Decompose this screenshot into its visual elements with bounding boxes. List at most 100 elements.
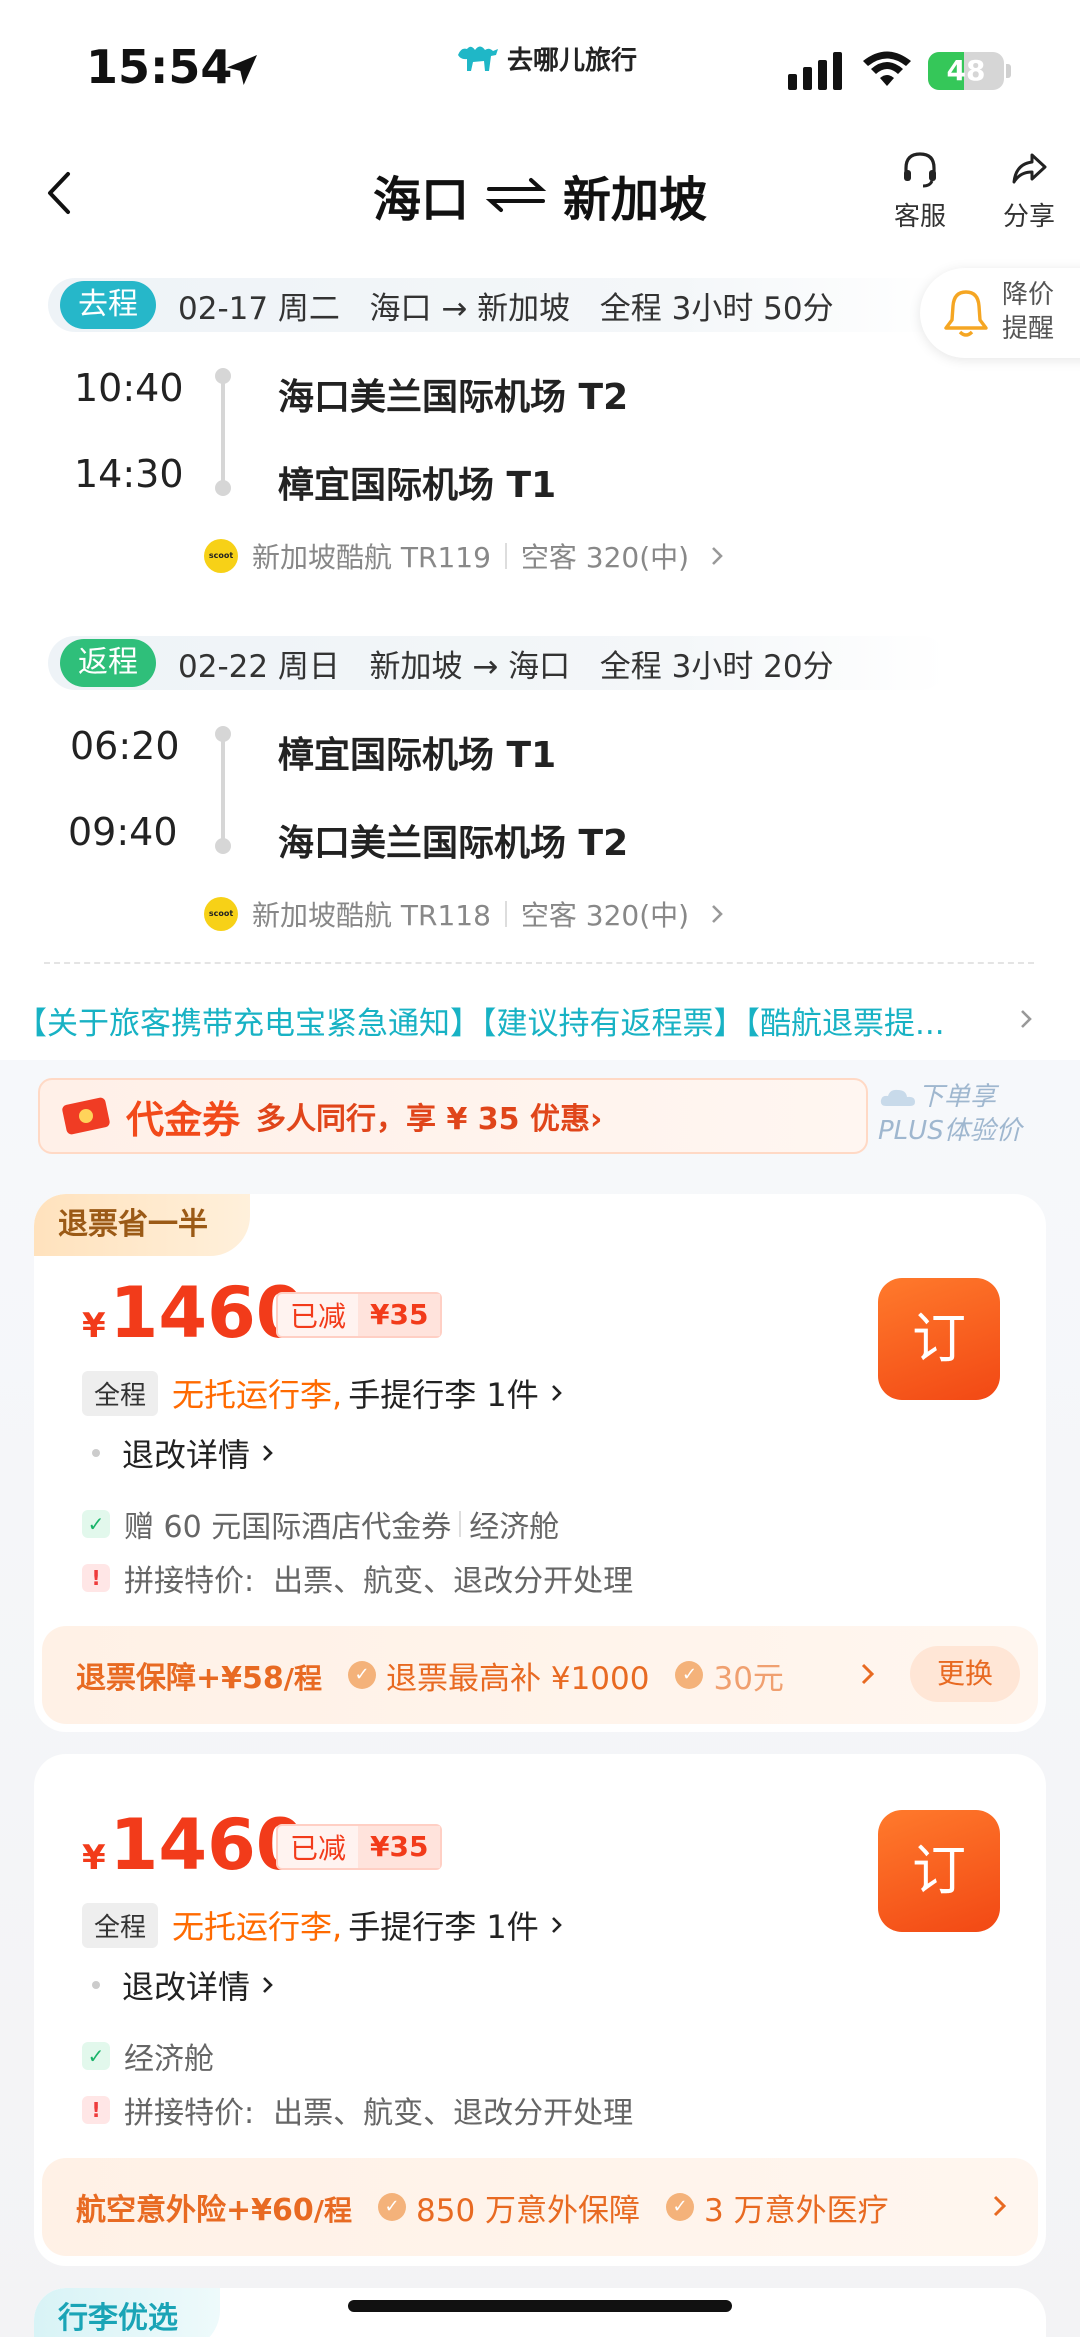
chevron-right-icon	[712, 905, 723, 923]
battery-level: 48	[946, 54, 986, 87]
no-checked-bag: 无托运行李,	[172, 1376, 343, 1414]
check-circle-icon: ✓	[348, 1661, 376, 1689]
price: ¥ 1460	[82, 1804, 305, 1886]
outbound-summary: 去程 02-17 周二 海口 → 新加坡 全程 3小时 50分	[48, 278, 948, 332]
share-button[interactable]: 分享	[989, 148, 1069, 233]
change-details-label: 退改详情	[122, 1968, 251, 2006]
book-button[interactable]: 订	[878, 1278, 1000, 1400]
full-trip-tag: 全程	[82, 1370, 159, 1416]
fare-card: 行李优选	[34, 2288, 1046, 2337]
outbound-tag: 去程	[60, 281, 156, 329]
chevron-right-icon[interactable]	[858, 1660, 878, 1688]
chevron-right-icon[interactable]	[990, 2192, 1010, 2220]
share-icon	[1012, 153, 1047, 184]
wifi-icon	[863, 51, 911, 86]
baggage-info[interactable]: 全程 无托运行李, 手提行李 1件	[82, 1902, 565, 1948]
fare-card: 退票省一半 ¥ 1460 已减 ¥35 订 全程 无托运行李, 手提行李 1件 …	[34, 1194, 1046, 1732]
outbound-airline-row[interactable]: scoot 新加坡酷航 TR119 空客 320(中)	[204, 536, 727, 576]
fare-card: ¥ 1460 已减 ¥35 订 全程 无托运行李, 手提行李 1件 退改详情 ✓…	[34, 1754, 1046, 2266]
chevron-right-icon[interactable]	[1016, 1006, 1036, 1032]
check-circle-icon: ✓	[666, 2193, 695, 2221]
baggage-info[interactable]: 全程 无托运行李, 手提行李 1件	[82, 1370, 565, 1416]
price: ¥ 1460	[82, 1272, 305, 1354]
insurance-bar[interactable]: 退票保障+¥58/程 ✓ 退票最高补 ¥1000 ✓ 30元 更换	[42, 1626, 1038, 1724]
notice-link[interactable]: 【关于旅客携带充电宝紧急通知】【建议持有返程票】【酷航退票提...	[16, 998, 1006, 1043]
currency-symbol: ¥	[82, 1306, 106, 1346]
cabin-class: 经济舱	[124, 2042, 214, 2077]
change-details-label: 退改详情	[122, 1436, 251, 1474]
combined-fare-warning: 拼接特价: 出票、航变、退改分开处理	[124, 1564, 634, 1599]
chevron-right-icon	[263, 1445, 273, 1461]
location-arrow-icon	[227, 55, 257, 85]
coupon-text: 多人同行，享 ¥ 35 优惠›	[256, 1102, 603, 1137]
timeline-line	[221, 740, 225, 840]
customer-service-label: 客服	[893, 202, 946, 232]
check-circle-icon: ✓	[675, 1661, 704, 1689]
return-depart-airport: 樟宜国际机场 T1	[278, 735, 557, 776]
return-summary: 返程 02-22 周日 新加坡 → 海口 全程 3小时 20分	[48, 636, 948, 690]
insurance-benefit: ✓ 退票最高补 ¥1000	[348, 1653, 649, 1698]
check-icon: ✓	[82, 1510, 110, 1538]
fare-badge: 行李优选	[34, 2288, 220, 2337]
combined-fare-warning: 拼接特价: 出票、航变、退改分开处理	[124, 2096, 634, 2131]
check-circle-icon: ✓	[378, 2193, 406, 2221]
return-airline: 新加坡酷航 TR118	[252, 899, 491, 932]
cellular-signal-icon	[788, 52, 842, 90]
return-info: 02-22 周日 新加坡 → 海口 全程 3小时 20分	[178, 648, 834, 685]
outbound-arrive-airport: 樟宜国际机场 T1	[278, 465, 557, 506]
brand-name: 去哪儿旅行	[507, 46, 638, 76]
benefit-row: ✓ 经济舱	[82, 2034, 214, 2078]
scoot-logo-icon: scoot	[204, 539, 238, 573]
return-arrive-time: 09:40	[68, 810, 178, 854]
outbound-depart-time: 10:40	[74, 366, 184, 410]
price-alert-button[interactable]: 降价 提醒	[920, 268, 1080, 358]
no-checked-bag: 无托运行李,	[172, 1908, 343, 1946]
discount-label: 已减	[290, 1832, 347, 1865]
brand: 去哪儿旅行	[455, 40, 637, 77]
return-airline-row[interactable]: scoot 新加坡酷航 TR118 空客 320(中)	[204, 894, 727, 934]
divider	[504, 901, 507, 927]
insurance-bar[interactable]: 航空意外险+¥60/程 ✓ 850 万意外保障 ✓ 3 万意外医疗	[42, 2158, 1038, 2256]
coupon-ticket-icon	[62, 1097, 110, 1135]
plus-line2: PLUS体验价	[878, 1116, 1022, 1146]
check-icon: ✓	[82, 2042, 110, 2070]
outbound-arrive-time: 14:30	[74, 452, 184, 496]
discount-tag: 已减 ¥35	[276, 1292, 443, 1338]
insurance-title: 退票保障+¥58/程	[76, 1661, 322, 1696]
battery-indicator: 48	[928, 52, 1004, 90]
cabin-class: 经济舱	[469, 1510, 560, 1545]
divider-dashed	[44, 962, 1034, 964]
customer-service-button[interactable]: 客服	[880, 148, 960, 233]
outbound-info: 02-17 周二 海口 → 新加坡 全程 3小时 50分	[178, 290, 834, 327]
currency-symbol: ¥	[82, 1838, 106, 1878]
hand-baggage: 手提行李 1件	[348, 1376, 539, 1414]
status-bar: 15:54 去哪儿旅行 48	[0, 0, 1080, 130]
timeline-dot	[215, 480, 231, 496]
outbound-airline: 新加坡酷航 TR119	[252, 541, 491, 574]
return-depart-time: 06:20	[70, 724, 180, 768]
plus-line1: 下单享	[918, 1082, 997, 1112]
warning-row: ! 拼接特价: 出票、航变、退改分开处理	[82, 2088, 633, 2132]
round-trip-arrows-icon	[485, 178, 547, 212]
home-indicator	[348, 2300, 732, 2312]
chevron-right-icon	[551, 1917, 562, 1933]
warning-row: ! 拼接特价: 出票、航变、退改分开处理	[82, 1556, 633, 1600]
insurance-benefit: ✓ 3 万意外医疗	[666, 2185, 889, 2230]
change-details-link[interactable]: 退改详情	[82, 1430, 276, 1476]
cloud-icon	[880, 1089, 915, 1106]
warning-icon: !	[82, 2096, 110, 2124]
swap-insurance-button[interactable]: 更换	[910, 1646, 1020, 1702]
share-label: 分享	[1002, 202, 1055, 232]
plus-promo[interactable]: 下单享 PLUS体验价	[878, 1080, 1078, 1148]
chevron-right-icon	[551, 1385, 562, 1401]
return-arrive-airport: 海口美兰国际机场 T2	[278, 823, 629, 864]
book-button[interactable]: 订	[878, 1810, 1000, 1932]
timeline-line	[221, 382, 225, 482]
change-details-link[interactable]: 退改详情	[82, 1962, 276, 2008]
origin-city: 海口	[372, 172, 469, 228]
coupon-banner[interactable]: 代金券 多人同行，享 ¥ 35 优惠›	[38, 1078, 868, 1154]
destination-city: 新加坡	[563, 172, 708, 228]
chevron-right-icon	[712, 547, 723, 565]
scoot-logo-icon: scoot	[204, 897, 238, 931]
bullet	[92, 1981, 100, 1989]
